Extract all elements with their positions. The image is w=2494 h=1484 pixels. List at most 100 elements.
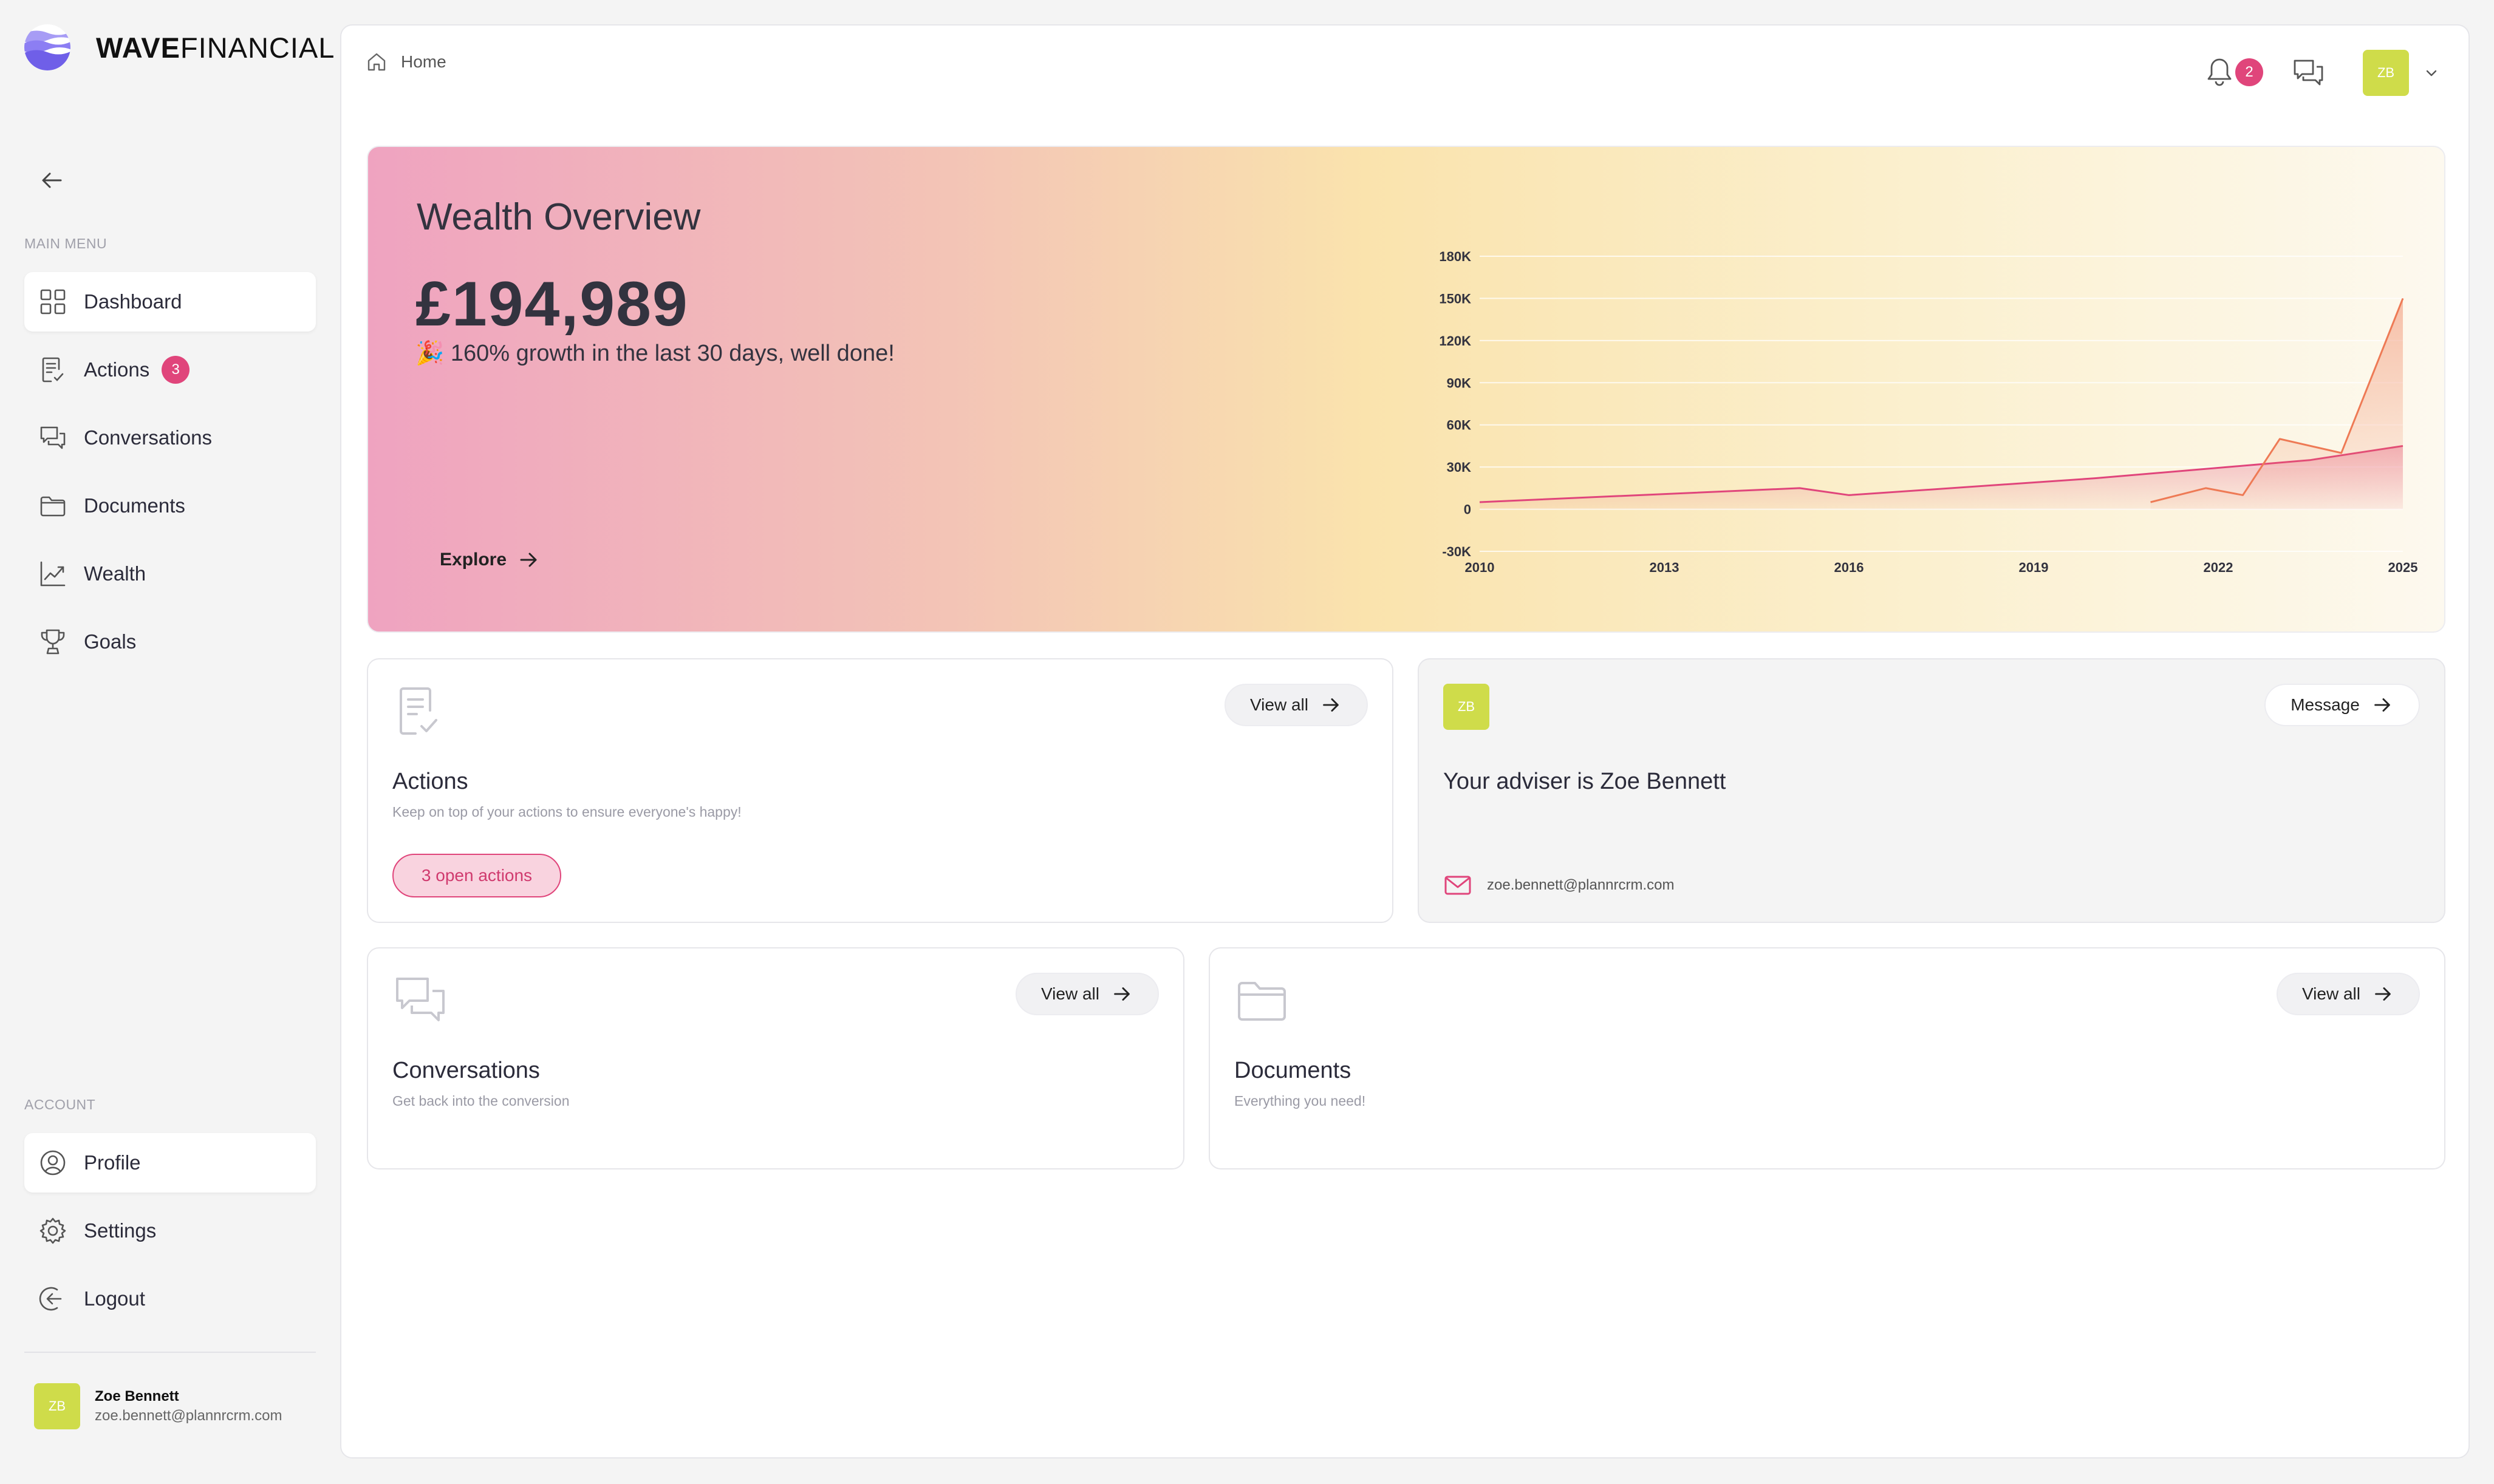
collapse-back-arrow-icon[interactable] — [36, 165, 67, 196]
main-content: Home 2 ZB Wealth Overview £194,989 🎉 160… — [340, 24, 2470, 1458]
conversations-card-title: Conversations — [392, 1058, 540, 1083]
party-emoji-icon: 🎉 — [415, 341, 445, 366]
sidebar-item-settings[interactable]: Settings — [24, 1201, 316, 1261]
explore-link[interactable]: Explore — [440, 548, 541, 572]
sidebar-item-label: Conversations — [84, 426, 212, 449]
y-tick-label: 180K — [1439, 249, 1471, 264]
checklist-icon — [42, 357, 64, 383]
growth-text: 160% growth in the last 30 days, well do… — [450, 341, 895, 366]
conversations-card-subtitle: Get back into the conversion — [392, 1093, 570, 1109]
trend-icon — [40, 561, 66, 587]
bell-icon — [2207, 58, 2232, 86]
wealth-overview-title: Wealth Overview — [417, 196, 701, 238]
x-tick-label: 2016 — [1834, 560, 1864, 575]
folder-icon — [1238, 982, 1286, 1021]
sidebar-item-profile[interactable]: Profile — [24, 1133, 316, 1193]
arrow-right-icon — [520, 553, 537, 567]
brand-logo[interactable]: WAVEFINANCIAL — [23, 23, 335, 72]
y-tick-label: 30K — [1447, 460, 1471, 475]
y-tick-label: 120K — [1439, 333, 1471, 349]
actions-card-title: Actions — [392, 769, 468, 794]
breadcrumb-home: Home — [401, 52, 446, 71]
profile-icon — [40, 1150, 66, 1176]
sidebar-item-logout[interactable]: Logout — [24, 1269, 316, 1329]
grid-icon — [40, 289, 66, 315]
wealth-overview-card: Wealth Overview £194,989 🎉 160% growth i… — [367, 146, 2445, 633]
wave-logo-icon — [24, 24, 70, 70]
main-menu-label: MAIN MENU — [24, 236, 108, 251]
chat-icon — [396, 978, 445, 1021]
message-adviser-button[interactable]: Message — [2264, 684, 2420, 726]
y-tick-label: 0 — [1464, 502, 1471, 517]
sidebar-item-conversations[interactable]: Conversations — [24, 408, 316, 468]
x-tick-label: 2025 — [2388, 560, 2418, 575]
sidebar-item-label: Logout — [84, 1287, 145, 1310]
actions-card: View all Actions Keep on top of your act… — [367, 658, 1393, 923]
open-actions-badge[interactable]: 3 open actions — [392, 854, 561, 897]
user-avatar: ZB — [34, 1383, 80, 1429]
topbar-actions: 2 ZB — [2201, 50, 2441, 96]
chat-icon — [40, 426, 66, 449]
arrow-right-icon — [1323, 698, 1339, 712]
adviser-title: Your adviser is Zoe Bennett — [1443, 769, 1726, 794]
y-tick-label: 90K — [1447, 375, 1471, 390]
x-tick-label: 2013 — [1650, 560, 1679, 575]
sidebar-item-dashboard[interactable]: Dashboard — [24, 272, 316, 332]
sidebar-item-label: Settings — [84, 1219, 157, 1242]
sidebar-item-actions[interactable]: Actions 3 — [24, 340, 316, 400]
messages-chat-icon[interactable] — [2290, 55, 2326, 91]
x-tick-label: 2019 — [2019, 560, 2049, 575]
checklist-icon — [400, 687, 437, 735]
view-all-label: View all — [1041, 984, 1099, 1003]
arrow-right-icon — [2374, 698, 2390, 712]
actions-count-badge: 3 — [162, 356, 190, 384]
account-label: ACCOUNT — [24, 1097, 96, 1112]
y-tick-label: 150K — [1439, 291, 1471, 306]
header-avatar[interactable]: ZB — [2363, 50, 2409, 96]
y-tick-label: 60K — [1447, 418, 1471, 433]
folder-icon — [40, 496, 66, 517]
notifications-count-badge: 2 — [2235, 58, 2263, 86]
account-menu: Profile Settings Logout — [24, 1133, 316, 1337]
conversations-view-all-button[interactable]: View all — [1016, 973, 1159, 1015]
adviser-email-row[interactable]: zoe.bennett@plannrcrm.com — [1443, 871, 1675, 900]
breadcrumb[interactable]: Home — [366, 51, 446, 73]
documents-card-title: Documents — [1234, 1058, 1351, 1083]
conversations-card: View all Conversations Get back into the… — [367, 947, 1184, 1169]
sidebar-item-label: Profile — [84, 1151, 141, 1174]
sidebar-item-wealth[interactable]: Wealth — [24, 544, 316, 604]
current-user-card[interactable]: ZB Zoe Bennett zoe.bennett@plannrcrm.com — [24, 1352, 316, 1429]
user-name: Zoe Bennett — [95, 1388, 179, 1404]
sidebar-item-label: Wealth — [84, 562, 146, 585]
main-menu: Dashboard Actions 3 Conversations Docume… — [24, 272, 316, 680]
adviser-email: zoe.bennett@plannrcrm.com — [1487, 877, 1675, 893]
home-icon — [367, 53, 386, 71]
sidebar-item-label: Actions — [84, 358, 150, 381]
actions-card-subtitle: Keep on top of your actions to ensure ev… — [392, 804, 742, 820]
notifications-button[interactable]: 2 — [2201, 55, 2263, 91]
y-tick-label: -30K — [1442, 544, 1471, 559]
sidebar-item-goals[interactable]: Goals — [24, 612, 316, 672]
sidebar: WAVEFINANCIAL MAIN MENU Dashboard Action… — [0, 0, 340, 1484]
wealth-chart: 180K 150K 120K 90K 60K 30K 0 -30K2010 2013 2016 20… — [1439, 249, 2418, 575]
view-all-label: View all — [2302, 984, 2360, 1003]
x-tick-label: 2022 — [2204, 560, 2233, 575]
documents-card-subtitle: Everything you need! — [1234, 1093, 1366, 1109]
arrow-right-icon — [1114, 987, 1130, 1001]
adviser-avatar: ZB — [1443, 684, 1489, 730]
arrow-right-icon — [2375, 987, 2391, 1001]
view-all-label: View all — [1250, 695, 1308, 714]
actions-view-all-button[interactable]: View all — [1225, 684, 1368, 726]
wealth-total-value: £194,989 — [415, 269, 689, 339]
documents-card: View all Documents Everything you need! — [1209, 947, 2445, 1169]
sidebar-item-label: Dashboard — [84, 290, 182, 313]
message-label: Message — [2291, 695, 2360, 714]
logout-icon — [39, 1287, 62, 1311]
growth-message: 🎉 160% growth in the last 30 days, well … — [415, 340, 895, 367]
sidebar-item-documents[interactable]: Documents — [24, 476, 316, 536]
documents-view-all-button[interactable]: View all — [2277, 973, 2420, 1015]
chevron-down-icon[interactable] — [2422, 64, 2441, 82]
x-tick-label: 2010 — [1465, 560, 1495, 575]
user-email: zoe.bennett@plannrcrm.com — [95, 1407, 282, 1424]
sidebar-item-label: Goals — [84, 630, 137, 653]
